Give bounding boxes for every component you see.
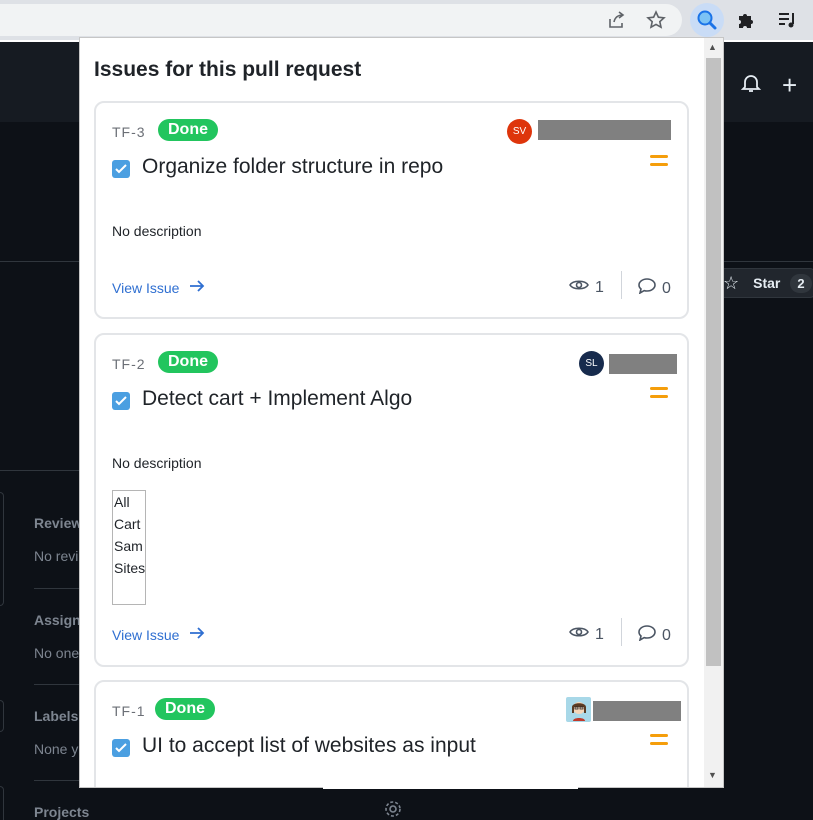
star-button[interactable]: ☆ Star 2 [716, 268, 813, 298]
watchers-value: 1 [595, 278, 604, 296]
avatar: SL [579, 351, 604, 376]
issues-popup: Issues for this pull request TF-3 Done S… [79, 37, 724, 788]
divider [0, 470, 80, 471]
gear-icon[interactable] [384, 800, 402, 820]
puzzle-extensions-icon[interactable] [729, 3, 763, 37]
reading-list-icon[interactable] [770, 3, 804, 37]
divider [621, 618, 622, 646]
priority-medium-icon [650, 155, 668, 171]
notification-bell-icon[interactable] [740, 72, 762, 99]
comments-count: 0 [638, 278, 671, 299]
divider [621, 271, 622, 299]
star-count: 2 [790, 273, 812, 293]
redacted-assignee-name [593, 701, 681, 721]
issue-title: UI to accept list of websites as input [142, 734, 476, 757]
issue-card: TF-1 Done UI to accept list of websites … [94, 680, 689, 787]
issue-key[interactable]: TF-3 [112, 124, 146, 140]
priority-medium-icon [650, 387, 668, 403]
scrollbar-thumb[interactable] [706, 58, 721, 666]
view-issue-link[interactable]: View Issue [112, 626, 205, 643]
watchers-value: 1 [595, 625, 604, 643]
broken-image: All Cart Sam Sites [112, 490, 146, 605]
popup-bottom-edge [323, 787, 578, 789]
browser-toolbar [0, 0, 813, 40]
popup-scrollbar[interactable]: ▲ ▼ [704, 38, 723, 787]
issue-title: Detect cart + Implement Algo [142, 387, 413, 410]
view-issue-label: View Issue [112, 626, 180, 643]
issue-description: No description [112, 455, 202, 471]
task-checkbox-icon [112, 160, 130, 178]
redacted-assignee-name [609, 354, 677, 374]
arrow-right-icon [189, 626, 205, 643]
scroll-down-arrow-icon[interactable]: ▼ [708, 770, 717, 780]
star-label: Star [753, 275, 781, 291]
left-panel-box [0, 786, 4, 820]
priority-medium-icon [650, 734, 668, 750]
task-checkbox-icon [112, 392, 130, 410]
watchers-count: 1 [569, 278, 604, 297]
arrow-right-icon [189, 279, 205, 296]
sidebar-projects-label[interactable]: Projects [34, 804, 89, 820]
comments-value: 0 [662, 626, 671, 644]
watchers-count: 1 [569, 625, 604, 644]
comment-icon [638, 278, 656, 299]
issue-description: No description [112, 223, 202, 239]
broken-image-alt: All Cart Sam Sites [114, 494, 146, 576]
issue-key[interactable]: TF-1 [112, 703, 146, 719]
sidebar-assignees-value: No one [34, 645, 80, 661]
comments-value: 0 [662, 279, 671, 297]
issue-card: TF-2 Done SL Detect cart + Implement Alg… [94, 333, 689, 667]
view-issue-label: View Issue [112, 279, 180, 296]
comment-icon [638, 625, 656, 646]
scroll-up-arrow-icon[interactable]: ▲ [708, 42, 717, 52]
task-checkbox-icon [112, 739, 130, 757]
popup-title: Issues for this pull request [94, 58, 362, 81]
left-panel-box [0, 700, 4, 732]
address-bar[interactable] [0, 4, 682, 36]
redacted-assignee-name [538, 120, 671, 140]
status-badge: Done [158, 351, 218, 373]
status-badge: Done [155, 698, 215, 720]
star-icon: ☆ [723, 272, 740, 293]
issue-key[interactable]: TF-2 [112, 356, 146, 372]
bookmark-star-icon[interactable] [644, 8, 668, 32]
eye-icon [569, 278, 589, 297]
comments-count: 0 [638, 625, 671, 646]
search-extension-icon[interactable] [690, 3, 724, 37]
create-new-plus-icon[interactable]: + [782, 70, 797, 101]
left-panel-box [0, 492, 4, 606]
issue-title: Organize folder structure in repo [142, 155, 444, 178]
status-badge: Done [158, 119, 218, 141]
avatar: SV [507, 119, 532, 144]
avatar-image [566, 697, 591, 722]
share-icon[interactable] [604, 8, 628, 32]
view-issue-link[interactable]: View Issue [112, 279, 205, 296]
issue-card: TF-3 Done SV Organize folder structure i… [94, 101, 689, 319]
sidebar-labels-label[interactable]: Labels [34, 708, 78, 724]
eye-icon [569, 625, 589, 644]
